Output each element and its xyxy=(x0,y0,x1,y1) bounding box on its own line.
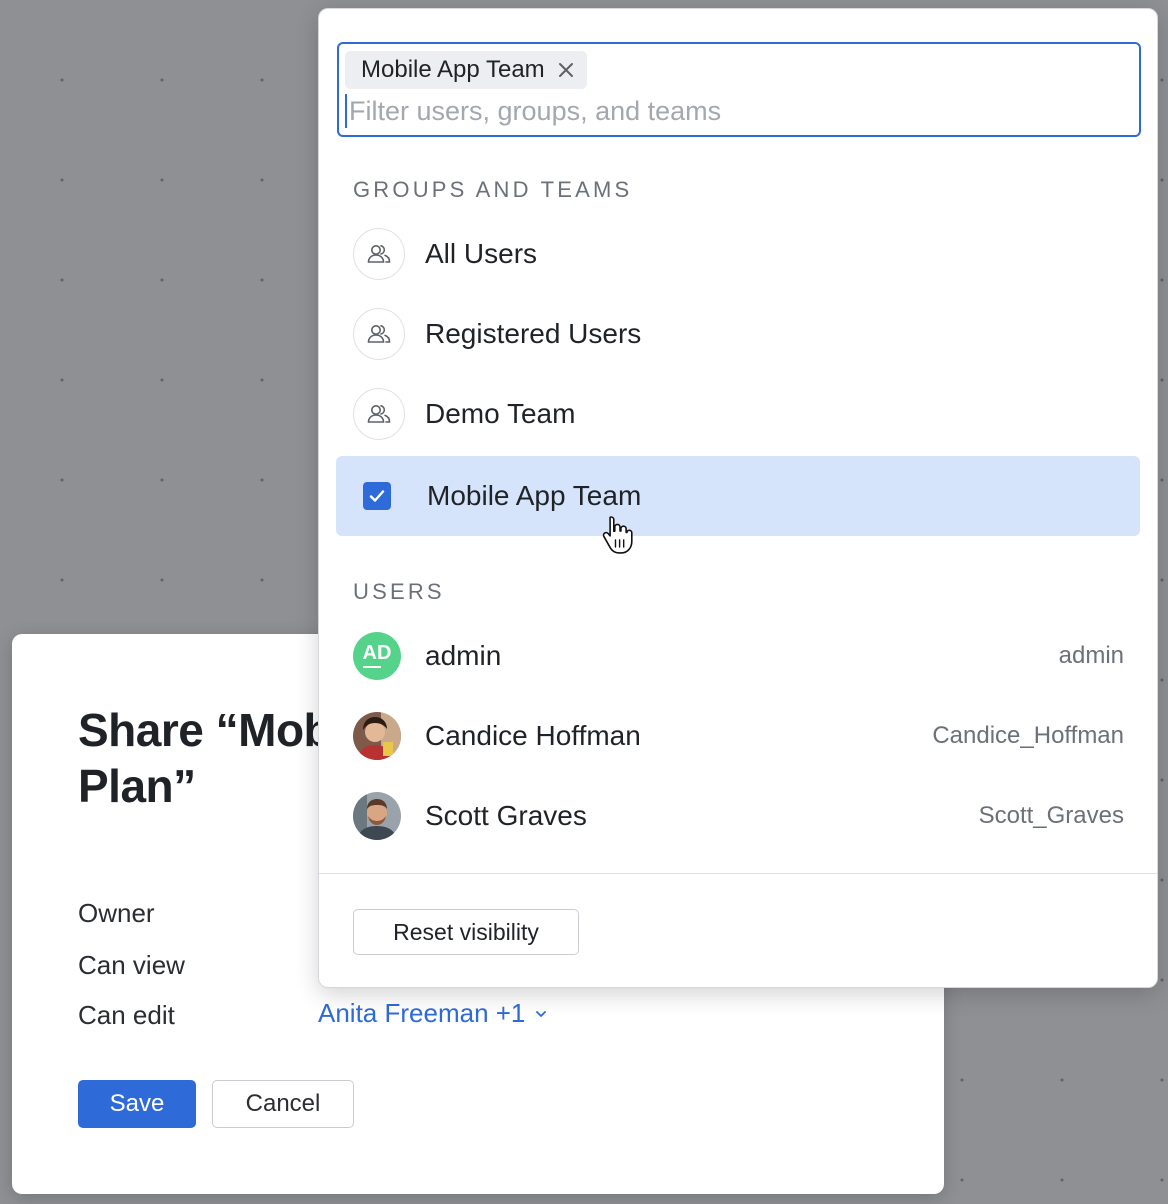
avatar-underline xyxy=(363,666,381,668)
group-row-registered-users[interactable]: Registered Users xyxy=(336,294,1140,374)
user-name: admin xyxy=(425,640,502,671)
user-handle: admin xyxy=(1058,642,1124,669)
group-icon xyxy=(353,308,405,360)
user-name: Scott Graves xyxy=(425,800,587,831)
group-label: All Users xyxy=(425,238,538,269)
users-section-header: USERS xyxy=(353,579,445,604)
avatar-initials: AD xyxy=(362,642,392,664)
can-edit-value: Anita Freeman +1 xyxy=(318,998,526,1028)
reset-visibility-button[interactable]: Reset visibility xyxy=(353,909,579,955)
chip-label: Mobile App Team xyxy=(361,56,545,83)
chevron-down-icon xyxy=(533,998,549,1029)
group-label: Registered Users xyxy=(425,318,642,349)
group-row-mobile-app-team[interactable]: Mobile App Team xyxy=(336,456,1140,536)
selected-chip: Mobile App Team xyxy=(345,51,587,89)
filter-box[interactable]: Mobile App Team xyxy=(337,42,1141,137)
divider xyxy=(319,873,1157,874)
can-view-label: Can view xyxy=(78,950,185,980)
user-row-scott-graves[interactable]: Scott Graves Scott_Graves xyxy=(336,776,1140,856)
group-icon xyxy=(353,388,405,440)
group-label: Mobile App Team xyxy=(427,480,642,511)
close-icon[interactable] xyxy=(555,59,577,81)
groups-section-header: GROUPS AND TEAMS xyxy=(353,177,633,202)
owner-label: Owner xyxy=(78,898,155,928)
can-edit-dropdown[interactable]: Anita Freeman +1 xyxy=(318,998,549,1029)
user-handle: Scott_Graves xyxy=(978,802,1124,829)
avatar xyxy=(353,792,401,840)
filter-input[interactable] xyxy=(345,94,1125,128)
avatar: AD xyxy=(353,632,401,680)
user-name: Candice Hoffman xyxy=(425,720,641,751)
user-row-admin[interactable]: AD admin admin xyxy=(336,616,1140,696)
cancel-button[interactable]: Cancel xyxy=(212,1080,354,1128)
group-label: Demo Team xyxy=(425,398,576,429)
share-picker-popover: Mobile App Team GROUPS AND TEAMS All Use… xyxy=(318,8,1158,988)
group-row-demo-team[interactable]: Demo Team xyxy=(336,374,1140,454)
checkbox-checked-icon[interactable] xyxy=(363,482,391,510)
can-edit-label: Can edit xyxy=(78,1000,175,1030)
user-handle: Candice_Hoffman xyxy=(932,722,1124,749)
user-row-candice-hoffman[interactable]: Candice Hoffman Candice_Hoffman xyxy=(336,696,1140,776)
group-icon xyxy=(353,228,405,280)
avatar xyxy=(353,712,401,760)
save-button[interactable]: Save xyxy=(78,1080,196,1128)
group-row-all-users[interactable]: All Users xyxy=(336,214,1140,294)
